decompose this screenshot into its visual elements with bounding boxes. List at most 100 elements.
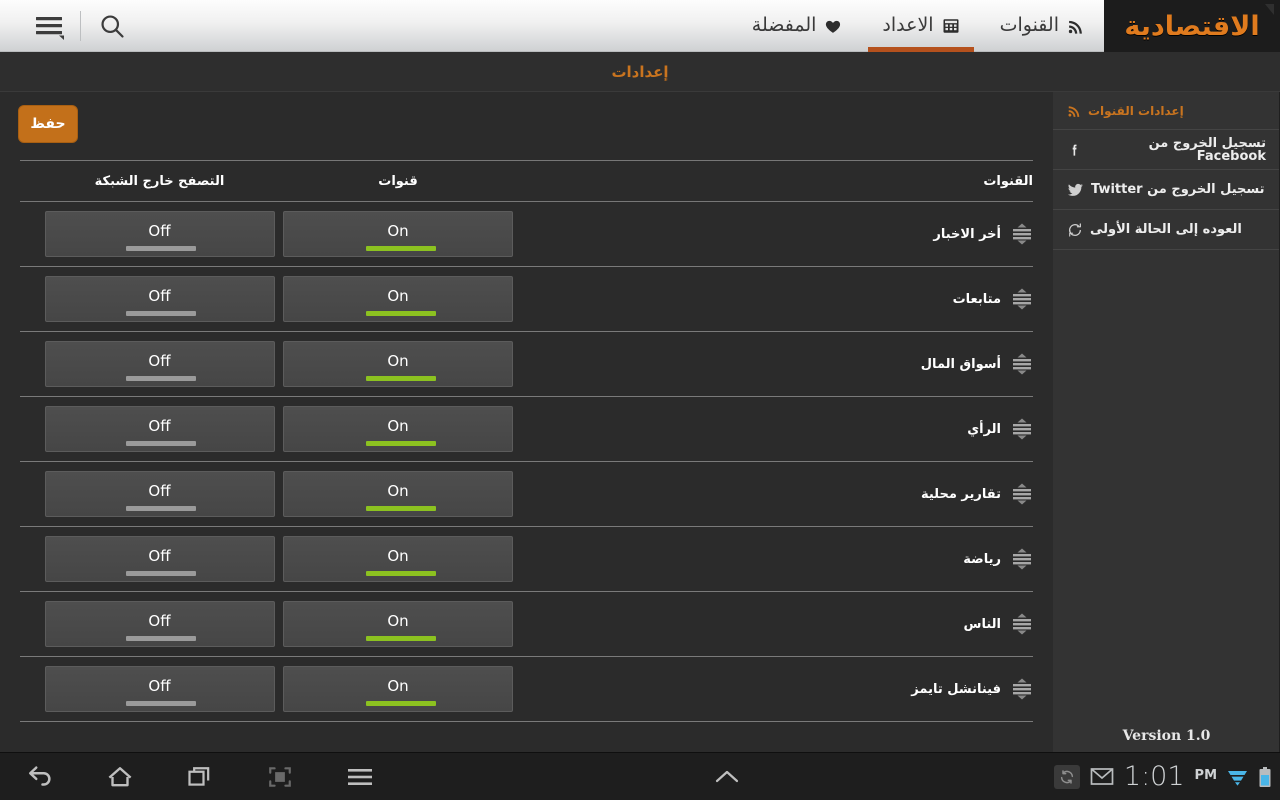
rss-icon <box>1067 18 1084 35</box>
toggle-indicator-bar <box>366 311 436 316</box>
channel-name-cell: متابعات <box>517 287 1033 311</box>
channel-name-label: تقارير محلية <box>920 486 1001 502</box>
channel-name-cell: الرأي <box>517 417 1033 441</box>
channels-toggle[interactable]: On <box>283 471 513 517</box>
status-area: 1:01 PM <box>1053 761 1280 792</box>
drag-handle-icon[interactable] <box>1011 547 1033 571</box>
offline-toggle-label: Off <box>148 547 171 565</box>
channels-toggle-cell: On <box>279 211 517 257</box>
drag-handle-icon[interactable] <box>1011 417 1033 441</box>
channels-toggle[interactable]: On <box>283 601 513 647</box>
channels-toggle[interactable]: On <box>283 276 513 322</box>
app-logo[interactable]: الاقتصادية <box>1104 0 1280 52</box>
email-icon[interactable] <box>1090 767 1114 786</box>
page-title: إعدادات <box>611 62 669 81</box>
home-icon <box>105 762 135 792</box>
system-menu-button[interactable] <box>320 753 400 800</box>
header-spacer <box>143 0 732 51</box>
offline-toggle[interactable]: Off <box>44 276 275 322</box>
channels-toggle-cell: On <box>279 536 517 582</box>
sidebar-item-twitter-logout[interactable]: تسجيل الخروج من Twitter <box>1053 170 1280 210</box>
tab-channels-label: القنوات <box>999 13 1059 36</box>
offline-toggle-cell: Off <box>40 211 279 257</box>
expand-button[interactable] <box>687 753 767 800</box>
offline-toggle-cell: Off <box>40 536 279 582</box>
channel-name-cell: أسواق المال <box>517 352 1033 376</box>
channel-name-label: فينانشل تايمز <box>911 681 1001 697</box>
wifi-icon <box>1227 767 1248 786</box>
clock-time: 1:01 <box>1123 761 1185 792</box>
drag-handle-icon[interactable] <box>1011 612 1033 636</box>
table-body: أخر الاخبار On Off متابعات On Off أسواق الما… <box>20 202 1033 722</box>
right-sidebar: إعدادات القنوات تسجيل الخروج من Facebook… <box>1053 92 1280 752</box>
offline-toggle[interactable]: Off <box>44 211 275 257</box>
channel-name-label: متابعات <box>952 291 1001 307</box>
table-row: الناس On Off <box>20 592 1033 657</box>
channel-name-cell: الناس <box>517 612 1033 636</box>
offline-toggle[interactable]: Off <box>44 406 275 452</box>
offline-toggle-cell: Off <box>40 406 279 452</box>
sidebar-item-reset[interactable]: العوده إلى الحالة الأولى <box>1053 210 1280 250</box>
facebook-icon <box>1067 142 1082 158</box>
offline-toggle-cell: Off <box>40 666 279 712</box>
offline-toggle[interactable]: Off <box>44 471 275 517</box>
offline-toggle[interactable]: Off <box>44 666 275 712</box>
sync-button[interactable] <box>1053 764 1080 789</box>
column-header-channels: قنوات <box>378 173 418 189</box>
channels-toggle[interactable]: On <box>283 666 513 712</box>
offline-toggle-cell: Off <box>40 471 279 517</box>
channels-toggle-label: On <box>387 352 409 370</box>
header-tabs: القنوات الاعداد المفضلة <box>732 0 1104 52</box>
offline-toggle-label: Off <box>148 482 171 500</box>
toggle-indicator-bar <box>125 441 196 446</box>
toggle-indicator-bar <box>366 701 436 706</box>
rss-icon <box>1067 104 1081 118</box>
channels-toggle[interactable]: On <box>283 211 513 257</box>
menu-button[interactable] <box>18 0 80 52</box>
offline-toggle-cell: Off <box>40 341 279 387</box>
toggle-indicator-bar <box>366 376 436 381</box>
toggle-indicator-bar <box>366 636 436 641</box>
recents-button[interactable] <box>160 753 240 800</box>
offline-toggle[interactable]: Off <box>44 341 275 387</box>
search-button[interactable] <box>81 0 143 52</box>
offline-toggle-label: Off <box>148 612 171 630</box>
offline-toggle[interactable]: Off <box>44 601 275 647</box>
logo-text: الاقتصادية <box>1124 10 1260 42</box>
toggle-indicator-bar <box>125 246 196 251</box>
channels-toggle-label: On <box>387 547 409 565</box>
channels-toggle-cell: On <box>279 341 517 387</box>
battery-icon <box>1258 766 1272 788</box>
drag-handle-icon[interactable] <box>1011 222 1033 246</box>
tab-channels[interactable]: القنوات <box>980 0 1104 52</box>
drag-handle-icon[interactable] <box>1011 677 1033 701</box>
tab-settings-label: الاعداد <box>882 13 934 36</box>
tab-favorites[interactable]: المفضلة <box>732 0 863 52</box>
app-header: الاقتصادية القنوات الاعداد المفضلة <box>0 0 1280 52</box>
channels-toggle-cell: On <box>279 406 517 452</box>
sidebar-item-twitter-logout-label: تسجيل الخروج من Twitter <box>1091 182 1265 197</box>
channels-toggle[interactable]: On <box>283 536 513 582</box>
drag-handle-icon[interactable] <box>1011 287 1033 311</box>
channels-toggle[interactable]: On <box>283 341 513 387</box>
tab-settings[interactable]: الاعداد <box>862 0 979 52</box>
offline-toggle[interactable]: Off <box>44 536 275 582</box>
drag-handle-icon[interactable] <box>1011 482 1033 506</box>
drag-handle-icon[interactable] <box>1011 352 1033 376</box>
channels-toggle[interactable]: On <box>283 406 513 452</box>
column-header-offline: التصفح خارج الشبكة <box>94 173 225 189</box>
offline-toggle-label: Off <box>148 677 171 695</box>
channels-toggle-label: On <box>387 482 409 500</box>
clock-ampm: PM <box>1194 767 1218 783</box>
sidebar-item-facebook-logout[interactable]: تسجيل الخروج من Facebook <box>1053 130 1280 170</box>
sidebar-item-channel-settings[interactable]: إعدادات القنوات <box>1053 92 1280 130</box>
back-button[interactable] <box>0 753 80 800</box>
twitter-icon <box>1067 182 1084 198</box>
save-button[interactable]: حفظ <box>18 105 78 143</box>
channel-name-label: أخر الاخبار <box>933 226 1001 242</box>
table-row: أسواق المال On Off <box>20 332 1033 397</box>
home-button[interactable] <box>80 753 160 800</box>
screenshot-button[interactable] <box>240 753 320 800</box>
offline-toggle-cell: Off <box>40 601 279 647</box>
screenshot-icon <box>267 764 293 790</box>
